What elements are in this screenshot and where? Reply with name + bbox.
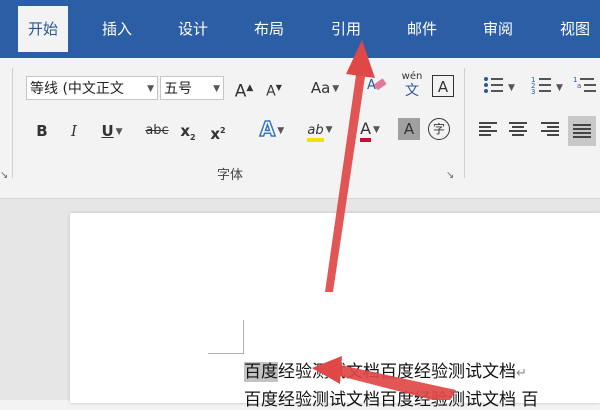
arrow-to-references-tab <box>325 40 375 292</box>
annotation-arrows <box>312 40 456 400</box>
arrow-to-selected-text <box>312 356 456 400</box>
